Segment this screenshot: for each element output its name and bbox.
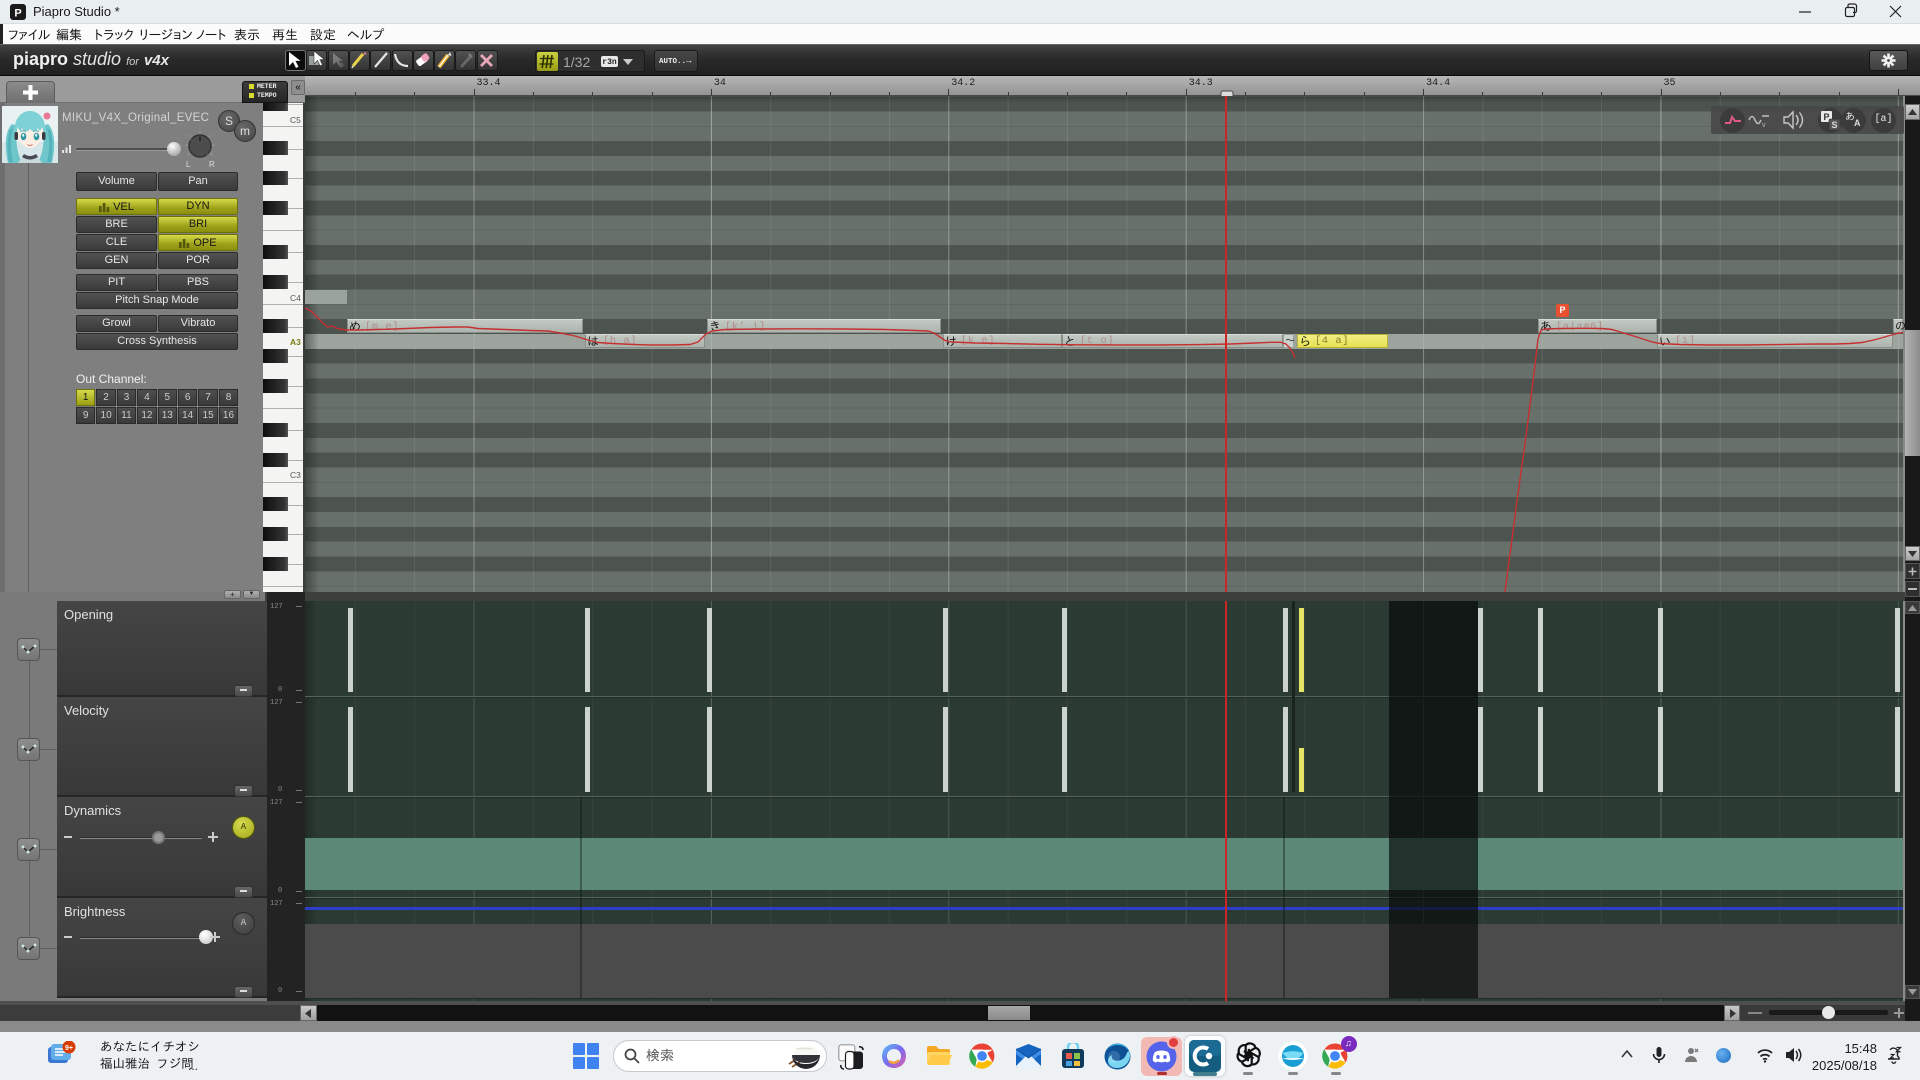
svg-text:v: v (1762, 122, 1766, 128)
svg-text:R: R (209, 160, 215, 169)
svg-text:S: S (1831, 120, 1837, 130)
svg-text:r3n: r3n (602, 58, 617, 66)
svg-text:9+: 9+ (65, 1045, 73, 1052)
svg-text:P: P (1823, 112, 1829, 122)
svg-text:P: P (14, 8, 21, 20)
svg-text:L: L (186, 160, 191, 169)
